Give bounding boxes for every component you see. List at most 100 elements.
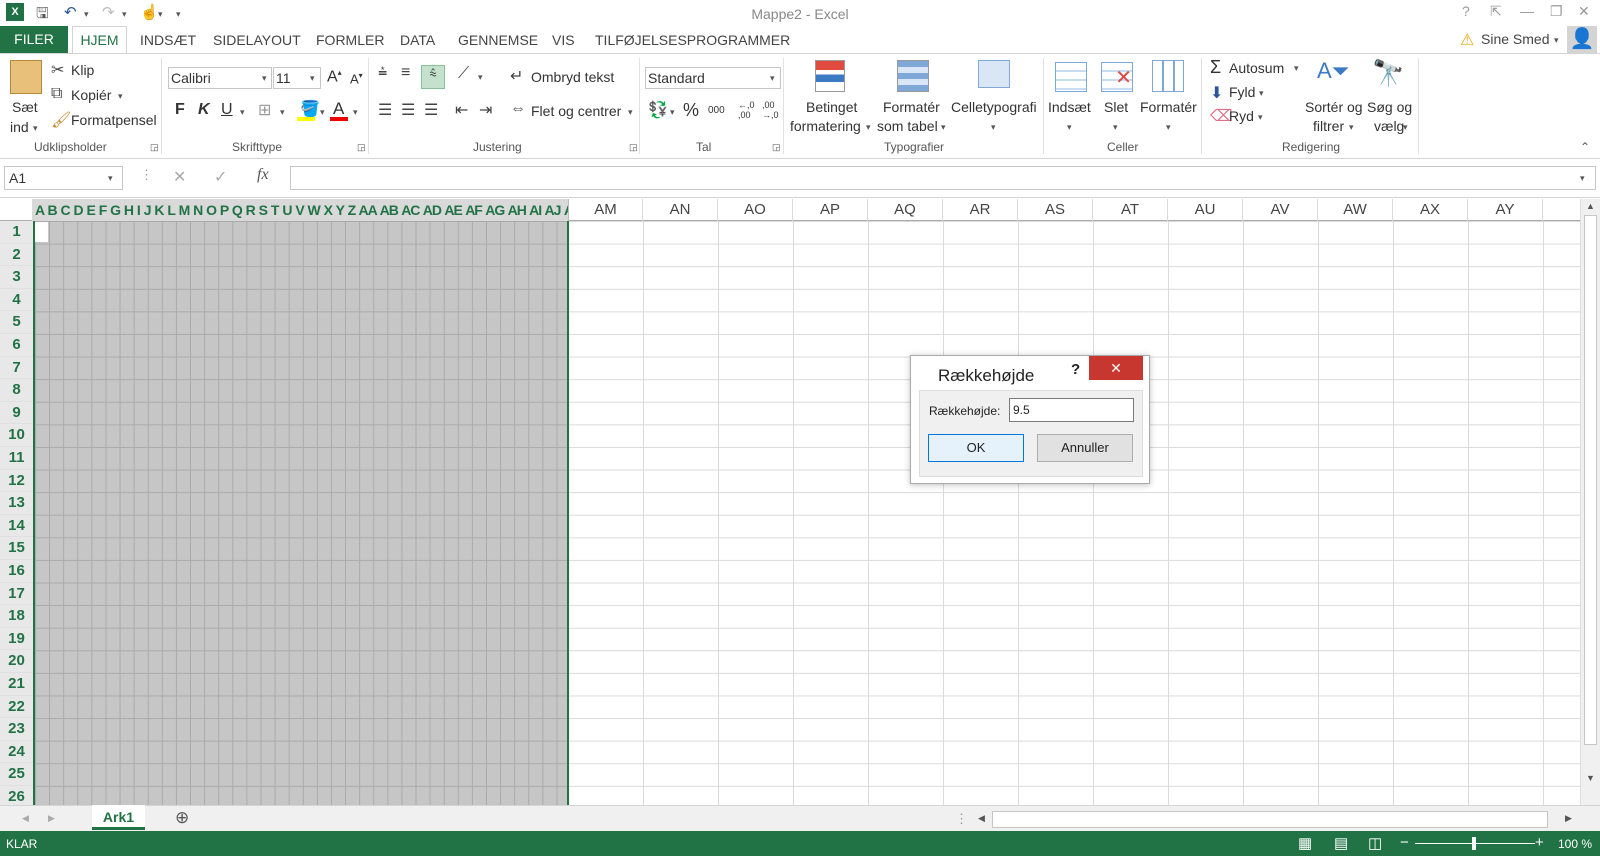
page-break-view-icon[interactable]: ◫ [1368,834,1382,852]
row-header[interactable]: 15 [0,537,33,560]
ribbon-display-icon[interactable]: ⇱ [1490,3,1502,20]
active-cell[interactable] [35,222,48,242]
row-header[interactable]: 2 [0,243,33,267]
merge-dropdown-icon[interactable]: ▾ [628,107,633,118]
row-height-input[interactable]: 9.5 [1009,398,1134,422]
conditional-formatting-dropdown-icon[interactable]: ▾ [866,122,871,133]
row-header[interactable]: 10 [0,424,33,447]
prev-sheet-icon[interactable]: ◀ [22,813,29,824]
help-icon[interactable]: ? [1462,3,1470,19]
font-color-icon[interactable]: A [333,99,344,119]
cell-styles-label[interactable]: Celletypografi [951,99,1037,115]
delete-cells-button[interactable]: Slet [1104,99,1128,115]
paste-label[interactable]: Sæt [12,99,38,115]
enter-icon[interactable]: ✓ [214,167,227,187]
tab-home[interactable]: HJEM [72,26,127,54]
align-bottom-button[interactable]: ⩯ [421,65,445,89]
find-select-label-2[interactable]: vælg [1374,118,1404,134]
decrease-indent-icon[interactable]: ⇤ [455,100,468,120]
conditional-formatting-label[interactable]: Betinget [806,99,857,115]
scroll-right-icon[interactable]: ▶ [1565,813,1572,824]
row-header[interactable]: 22 [0,695,33,719]
column-header[interactable]: AT [1093,199,1168,221]
row-header[interactable]: 3 [0,266,33,289]
row-header[interactable]: 25 [0,763,33,786]
find-select-dropdown-icon[interactable]: ▾ [1403,122,1408,133]
wrap-text-icon[interactable]: ↵ [510,66,523,86]
decrease-decimal-icon[interactable]: ,00 →,0 [762,100,779,120]
format-as-table-label-2[interactable]: som tabel [877,118,938,134]
orientation-dropdown-icon[interactable]: ▾ [478,72,483,83]
row-header[interactable]: 13 [0,492,33,515]
format-cells-icon[interactable] [1152,60,1184,92]
format-cells-button[interactable]: Formatér [1140,99,1197,115]
number-launcher-icon[interactable]: ◲ [772,142,781,153]
excel-icon[interactable]: X [6,3,24,21]
number-format-combo[interactable]: Standard [645,67,781,89]
currency-dropdown-icon[interactable]: ▾ [670,107,675,118]
increase-decimal-icon[interactable]: ←,0,00 [738,100,755,120]
font-launcher-icon[interactable]: ◲ [357,142,366,153]
merge-icon[interactable]: ⇔ [510,100,526,118]
number-format-dropdown-icon[interactable]: ▾ [770,73,775,84]
horizontal-scroll-thumb[interactable] [992,811,1548,828]
zoom-out-icon[interactable]: − [1400,834,1409,851]
dialog-help-icon[interactable]: ? [1071,361,1080,378]
column-header[interactable]: AO [718,199,793,221]
autosum-button[interactable]: Autosum [1229,60,1284,76]
tab-insert[interactable]: INDSÆT [140,32,196,48]
sort-filter-icon[interactable]: A⏷ [1317,58,1349,84]
row-header[interactable]: 17 [0,582,33,606]
borders-dropdown-icon[interactable]: ▾ [280,107,285,118]
clear-dropdown-icon[interactable]: ▾ [1258,112,1263,123]
copy-icon[interactable]: ⧉ [51,85,62,103]
zoom-in-icon[interactable]: + [1535,834,1544,851]
fill-color-dropdown-icon[interactable]: ▾ [320,107,325,118]
thousands-button[interactable]: 000 [708,105,725,116]
insert-cells-icon[interactable] [1055,62,1087,92]
normal-view-icon[interactable]: ▦ [1298,834,1312,852]
copy-button[interactable]: Kopiér [71,87,111,103]
close-icon[interactable]: ✕ [1578,3,1590,20]
conditional-formatting-icon[interactable] [815,60,845,92]
merge-center-button[interactable]: Flet og centrer [531,103,621,119]
row-header[interactable]: 9 [0,401,33,425]
scroll-left-icon[interactable]: ◀ [978,813,985,824]
touch-mode-icon[interactable]: ☝ [140,3,159,21]
sort-filter-label-2[interactable]: filtrer [1313,118,1344,134]
redo-icon[interactable]: ↷ [102,3,115,21]
row-header[interactable]: 1 [0,221,33,244]
cut-icon[interactable]: ✂ [51,60,64,80]
sort-filter-dropdown-icon[interactable]: ▾ [1349,122,1354,133]
row-header[interactable]: 12 [0,469,33,493]
maximize-icon[interactable]: ❐ [1550,3,1563,20]
worksheet-grid[interactable]: A B C D E F G H I J K L M N O P Q R S T … [0,199,1600,805]
bold-button[interactable]: F [175,101,185,119]
paste-icon[interactable] [10,60,42,94]
row-header[interactable]: 14 [0,514,33,538]
zoom-level[interactable]: 100 % [1558,837,1592,851]
autosum-icon[interactable]: Σ [1210,57,1221,78]
clear-button[interactable]: Ryd [1229,108,1254,124]
split-grip-icon[interactable]: ⋮ [955,811,968,827]
tab-data[interactable]: DATA [400,32,435,48]
undo-icon[interactable]: ↶ [64,3,77,21]
vertical-scrollbar[interactable]: ▲ ▼ [1580,199,1600,805]
cell-styles-icon[interactable] [978,60,1010,88]
shrink-font-icon[interactable]: A▾ [350,71,363,86]
row-header[interactable]: 5 [0,311,33,334]
dialog-close-button[interactable]: ✕ [1089,356,1143,380]
grow-font-icon[interactable]: A▴ [327,68,342,86]
select-all-button[interactable] [0,199,33,221]
wrap-text-button[interactable]: Ombryd tekst [531,69,614,85]
column-header[interactable]: AP [793,199,868,221]
tab-review[interactable]: GENNEMSE [458,32,538,48]
format-as-table-label[interactable]: Formatér [883,99,940,115]
italic-button[interactable]: K [198,101,210,119]
find-select-label[interactable]: Søg og [1367,99,1412,115]
touch-dropdown-icon[interactable]: ▾ [158,9,163,20]
avatar[interactable]: 👤 [1567,26,1597,53]
tab-formulas[interactable]: FORMLER [316,32,384,48]
user-name[interactable]: Sine Smed [1481,31,1549,47]
formula-input[interactable] [290,166,1596,190]
